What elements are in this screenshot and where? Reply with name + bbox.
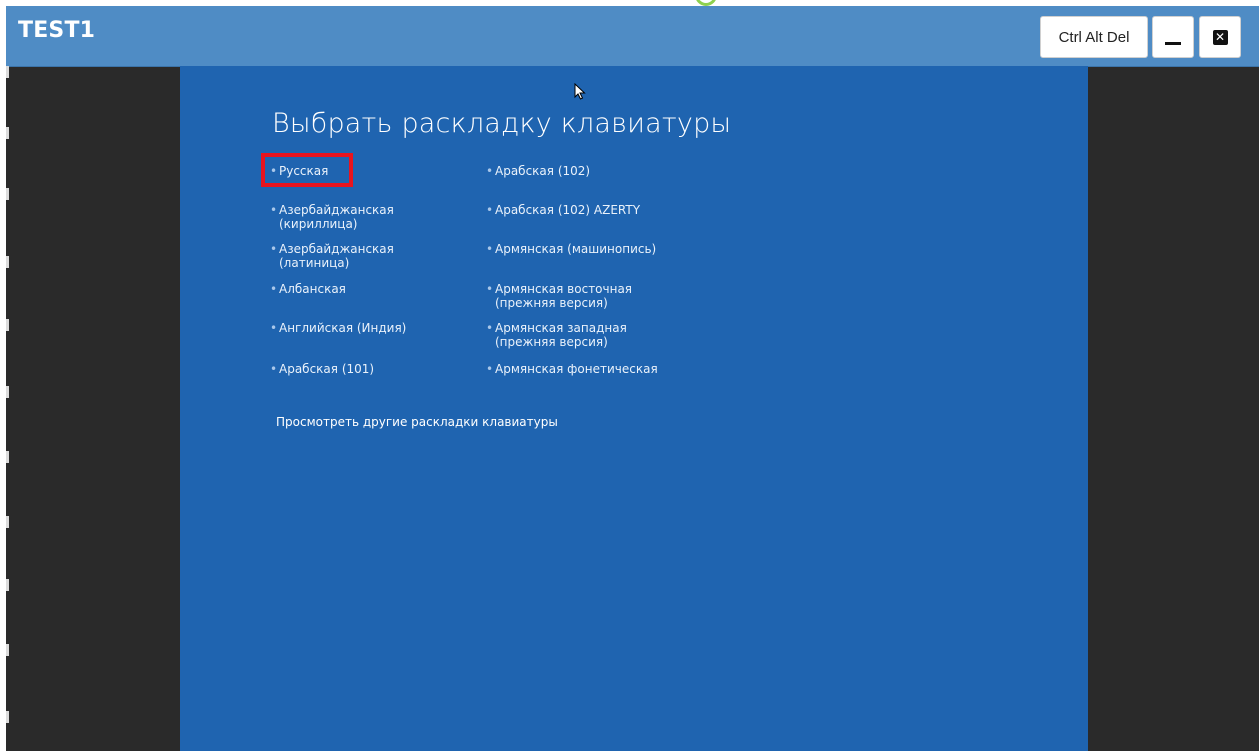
ctrl-alt-del-button[interactable]: Ctrl Alt Del (1040, 16, 1148, 58)
edge-tick (6, 127, 9, 139)
layout-option-label: Армянская (машинопись) (495, 242, 657, 256)
edge-tick (6, 188, 9, 200)
bullet-icon: • (486, 321, 494, 335)
layout-option-albanian[interactable]: • Албанская (270, 282, 346, 296)
layout-option-armenian-typewriter[interactable]: • Армянская (машинопись) (486, 242, 656, 256)
layout-option-label: Азербайджанская (279, 242, 394, 256)
close-icon: ✕ (1212, 29, 1228, 45)
layout-option-label-line2: (кириллица) (279, 217, 358, 231)
bullet-icon: • (486, 362, 494, 376)
left-edge-strip (6, 66, 18, 751)
edge-tick (6, 319, 9, 331)
layout-option-label: Арабская (102) (495, 164, 591, 178)
layout-option-label: Армянская восточная (495, 282, 633, 296)
edge-tick (6, 516, 9, 528)
edge-tick (6, 579, 9, 591)
layout-option-label: Армянская фонетическая (495, 362, 658, 376)
edge-tick (6, 644, 9, 656)
layout-option-label-line2: (латиница) (279, 256, 350, 270)
remote-session-window: TEST1 Ctrl Alt Del ✕ Выбрать раскладку к… (6, 6, 1259, 751)
close-button[interactable]: ✕ (1199, 16, 1241, 58)
layout-option-label: Азербайджанская (279, 203, 394, 217)
layout-option-label-line2: (прежняя версия) (495, 296, 608, 310)
edge-tick (6, 451, 9, 463)
layout-option-label: Арабская (101) (279, 362, 375, 376)
titlebar: TEST1 Ctrl Alt Del ✕ (6, 6, 1259, 67)
bullet-icon: • (486, 203, 494, 217)
edge-tick (6, 711, 9, 723)
layout-option-arabic-102[interactable]: • Арабская (102) (486, 164, 590, 178)
layout-option-label: Русская (279, 164, 329, 178)
layout-option-azerbaijani-latin[interactable]: • Азербайджанская (латиница) (270, 242, 394, 270)
layout-option-armenian-eastern-legacy[interactable]: • Армянская восточная (прежняя версия) (486, 282, 632, 310)
edge-tick (6, 66, 9, 78)
minimize-button[interactable] (1152, 16, 1194, 58)
layout-option-label-line2: (прежняя версия) (495, 335, 608, 349)
bullet-icon: • (486, 282, 494, 296)
remote-screen[interactable]: Выбрать раскладку клавиатуры • Русская • А… (180, 66, 1088, 751)
layout-option-russian[interactable]: • Русская (270, 164, 328, 178)
bullet-icon: • (270, 362, 278, 376)
page-title: Выбрать раскладку клавиатуры (272, 108, 732, 139)
bullet-icon: • (270, 242, 278, 256)
layout-option-label: Английская (Индия) (279, 321, 407, 335)
edge-tick (6, 256, 9, 268)
window-title: TEST1 (18, 18, 96, 43)
bullet-icon: • (486, 242, 494, 256)
mouse-pointer-icon (574, 83, 586, 100)
layout-option-label: Армянская западная (495, 321, 627, 335)
minimize-icon (1165, 41, 1181, 45)
edge-tick (6, 386, 9, 398)
bullet-icon: • (270, 282, 278, 296)
bullet-icon: • (270, 164, 278, 178)
more-layouts-link[interactable]: Просмотреть другие раскладки клавиатуры (276, 415, 558, 429)
bullet-icon: • (270, 321, 278, 335)
layout-option-armenian-western-legacy[interactable]: • Армянская западная (прежняя версия) (486, 321, 627, 349)
layout-option-label: Албанская (279, 282, 346, 296)
layout-option-armenian-phonetic[interactable]: • Армянская фонетическая (486, 362, 658, 376)
bullet-icon: • (486, 164, 494, 178)
layout-option-arabic-101[interactable]: • Арабская (101) (270, 362, 374, 376)
layout-option-azerbaijani-cyrillic[interactable]: • Азербайджанская (кириллица) (270, 203, 394, 231)
layout-option-label: Арабская (102) AZERTY (495, 203, 641, 217)
bullet-icon: • (270, 203, 278, 217)
layout-option-english-india[interactable]: • Английская (Индия) (270, 321, 406, 335)
layout-option-arabic-102-azerty[interactable]: • Арабская (102) AZERTY (486, 203, 640, 217)
